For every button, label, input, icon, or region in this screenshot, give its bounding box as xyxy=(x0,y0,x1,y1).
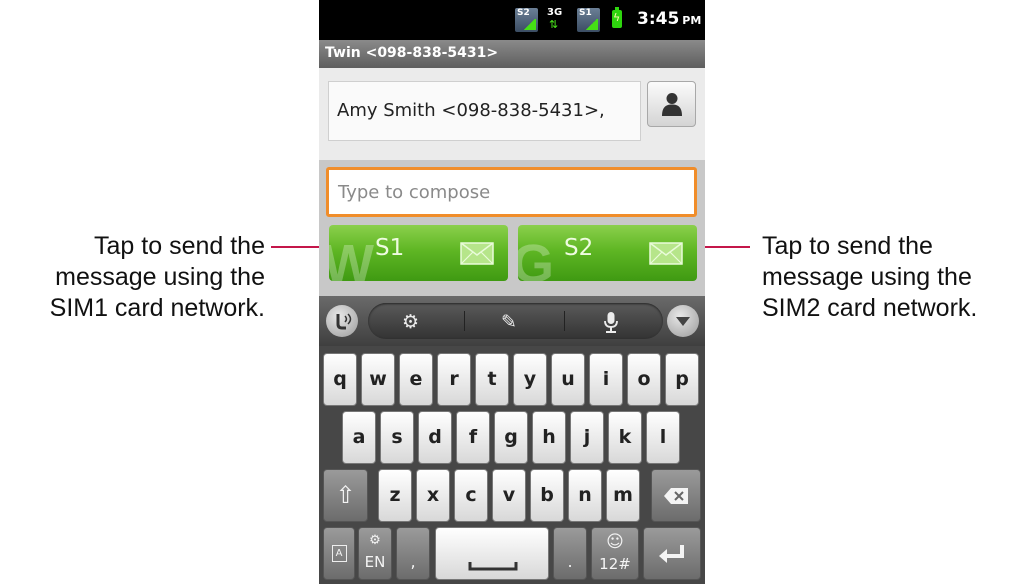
conversation-title-bar: Twin <098-838-5431> xyxy=(319,40,705,68)
sim1-label: S1 xyxy=(579,8,592,18)
compose-placeholder: Type to compose xyxy=(338,182,491,203)
sim1-signal-icon: S1 xyxy=(577,8,600,32)
key-f[interactable]: f xyxy=(456,411,490,464)
shift-key[interactable]: ⇧ xyxy=(323,469,368,522)
edit-text-icon[interactable]: ✎ xyxy=(501,311,517,333)
key-r[interactable]: r xyxy=(437,353,471,406)
key-v[interactable]: v xyxy=(492,469,526,522)
key-b[interactable]: b xyxy=(530,469,564,522)
key-j[interactable]: j xyxy=(570,411,604,464)
key-u[interactable]: u xyxy=(551,353,585,406)
add-contact-button[interactable] xyxy=(647,81,696,127)
annotation-sim1-line2: message using the xyxy=(55,263,265,291)
recipient-field[interactable]: Amy Smith <098-838-5431>, xyxy=(328,81,641,141)
key-n[interactable]: n xyxy=(568,469,602,522)
key-h[interactable]: h xyxy=(532,411,566,464)
space-key[interactable] xyxy=(435,527,549,580)
input-method-icon: A xyxy=(331,545,347,562)
3g-data-icon: 3G ⇅ xyxy=(547,7,563,31)
language-label: EN xyxy=(364,553,386,571)
key-l[interactable]: l xyxy=(646,411,680,464)
language-gear-icon: ⚙ xyxy=(369,533,381,548)
backspace-key[interactable] xyxy=(651,469,701,522)
symbols-label: 12# xyxy=(599,555,631,573)
key-t[interactable]: t xyxy=(475,353,509,406)
settings-gear-icon[interactable]: ⚙ xyxy=(402,311,419,333)
envelope-icon xyxy=(649,242,683,265)
compose-input[interactable]: Type to compose xyxy=(326,167,697,217)
key-i[interactable]: i xyxy=(589,353,623,406)
enter-arrow-icon xyxy=(659,544,684,563)
battery-charging-icon: ϟ xyxy=(612,7,622,28)
sim2-network-mark: G xyxy=(518,234,555,281)
annotation-sim2-line1: Tap to send the xyxy=(762,232,933,260)
status-bar: S2 3G ⇅ S1 ϟ 3:45 PM xyxy=(319,0,705,40)
keyboard-tools-pill: ⚙ ✎ xyxy=(368,303,663,339)
emoji-icon: ☺ xyxy=(606,532,624,552)
send-sim2-button[interactable]: G S2 xyxy=(518,225,697,281)
annotation-sim1-line1: Tap to send the xyxy=(94,232,265,260)
key-p[interactable]: p xyxy=(665,353,699,406)
sim1-button-label: S1 xyxy=(375,235,405,261)
conversation-title: Twin <098-838-5431> xyxy=(325,45,499,61)
key-z[interactable]: z xyxy=(378,469,412,522)
microphone-icon[interactable] xyxy=(603,311,619,333)
network-label: 3G xyxy=(547,7,563,18)
status-clock: 3:45 PM xyxy=(637,9,701,29)
phone-screen: S2 3G ⇅ S1 ϟ 3:45 PM Twin <098-838-5431> … xyxy=(319,0,705,584)
annotation-sim2-line3: SIM2 card network. xyxy=(762,294,978,322)
key-q[interactable]: q xyxy=(323,353,357,406)
symbols-key[interactable]: ☺ 12# xyxy=(591,527,639,580)
hide-keyboard-icon[interactable] xyxy=(667,305,699,337)
period-key[interactable]: . xyxy=(553,527,587,580)
key-g[interactable]: g xyxy=(494,411,528,464)
key-e[interactable]: e xyxy=(399,353,433,406)
annotation-sim2-line2: message using the xyxy=(762,263,972,291)
keyboard-toolbar: ⚙ ✎ xyxy=(319,296,705,346)
key-y[interactable]: y xyxy=(513,353,547,406)
comma-key[interactable]: , xyxy=(396,527,430,580)
key-s[interactable]: s xyxy=(380,411,414,464)
envelope-icon xyxy=(460,242,494,265)
language-key[interactable]: ⚙ EN xyxy=(358,527,392,580)
sim2-label: S2 xyxy=(517,8,530,18)
key-c[interactable]: c xyxy=(454,469,488,522)
key-a[interactable]: a xyxy=(342,411,376,464)
key-k[interactable]: k xyxy=(608,411,642,464)
input-method-key[interactable]: A xyxy=(323,527,355,580)
person-icon xyxy=(662,93,682,116)
clock-time: 3:45 xyxy=(637,9,680,29)
clock-ampm: PM xyxy=(682,14,702,27)
key-o[interactable]: o xyxy=(627,353,661,406)
voice-input-icon[interactable] xyxy=(326,305,358,337)
annotation-sim1-line3: SIM1 card network. xyxy=(49,294,265,322)
send-sim1-button[interactable]: W S1 xyxy=(329,225,508,281)
soft-keyboard: q w e r t y u i o p a s d f g h j k l ⇧ … xyxy=(319,346,705,584)
enter-key[interactable] xyxy=(643,527,701,580)
sim1-network-mark: W xyxy=(329,234,374,281)
recipient-area: Amy Smith <098-838-5431>, xyxy=(319,68,705,160)
shift-arrow-icon: ⇧ xyxy=(335,481,356,509)
annotation-sim2: Tap to send the message using the SIM2 c… xyxy=(762,231,1015,324)
compose-area: Type to compose W S1 G S2 xyxy=(319,160,705,296)
annotation-sim1: Tap to send the message using the SIM1 c… xyxy=(0,231,265,324)
space-bar-icon xyxy=(468,562,518,571)
key-m[interactable]: m xyxy=(606,469,640,522)
backspace-icon xyxy=(664,487,688,504)
sim2-signal-icon: S2 xyxy=(515,8,538,32)
recipient-value: Amy Smith <098-838-5431>, xyxy=(337,100,605,121)
key-w[interactable]: w xyxy=(361,353,395,406)
key-d[interactable]: d xyxy=(418,411,452,464)
sim2-button-label: S2 xyxy=(564,235,594,261)
key-x[interactable]: x xyxy=(416,469,450,522)
